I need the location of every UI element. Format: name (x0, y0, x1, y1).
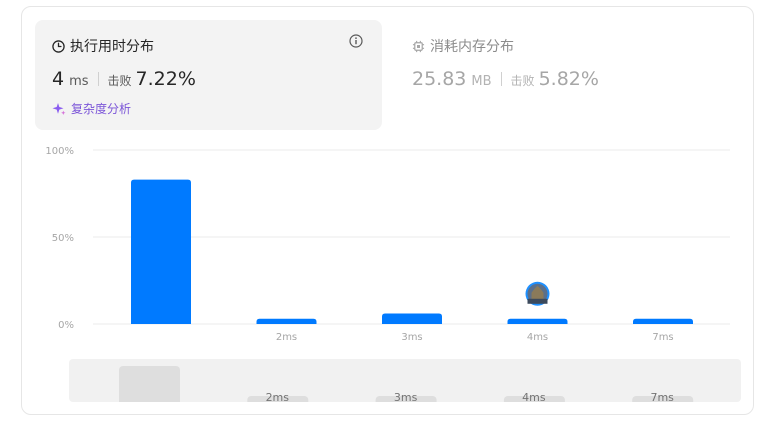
x-tick-label: 3ms (401, 332, 422, 343)
bar[interactable] (382, 313, 442, 324)
x-tick-label: 7ms (652, 332, 673, 343)
x-tick-label: 2ms (276, 332, 297, 343)
bar[interactable] (131, 179, 191, 324)
bar[interactable] (507, 318, 568, 324)
bar[interactable] (256, 318, 317, 324)
x-axis-ticks: 2ms 3ms 4ms 7ms (276, 332, 674, 343)
bars (131, 179, 693, 324)
bar[interactable] (633, 318, 693, 324)
y-tick-label: 0% (58, 320, 74, 331)
y-axis-ticks: 100% 50% 0% (45, 146, 74, 331)
y-tick-label: 50% (52, 233, 74, 244)
my-submission-marker[interactable] (525, 281, 550, 306)
x-tick-label: 4ms (527, 332, 548, 343)
range-brush[interactable] (69, 359, 741, 402)
y-tick-label: 100% (45, 146, 74, 157)
avatar-image-ground (527, 298, 548, 304)
